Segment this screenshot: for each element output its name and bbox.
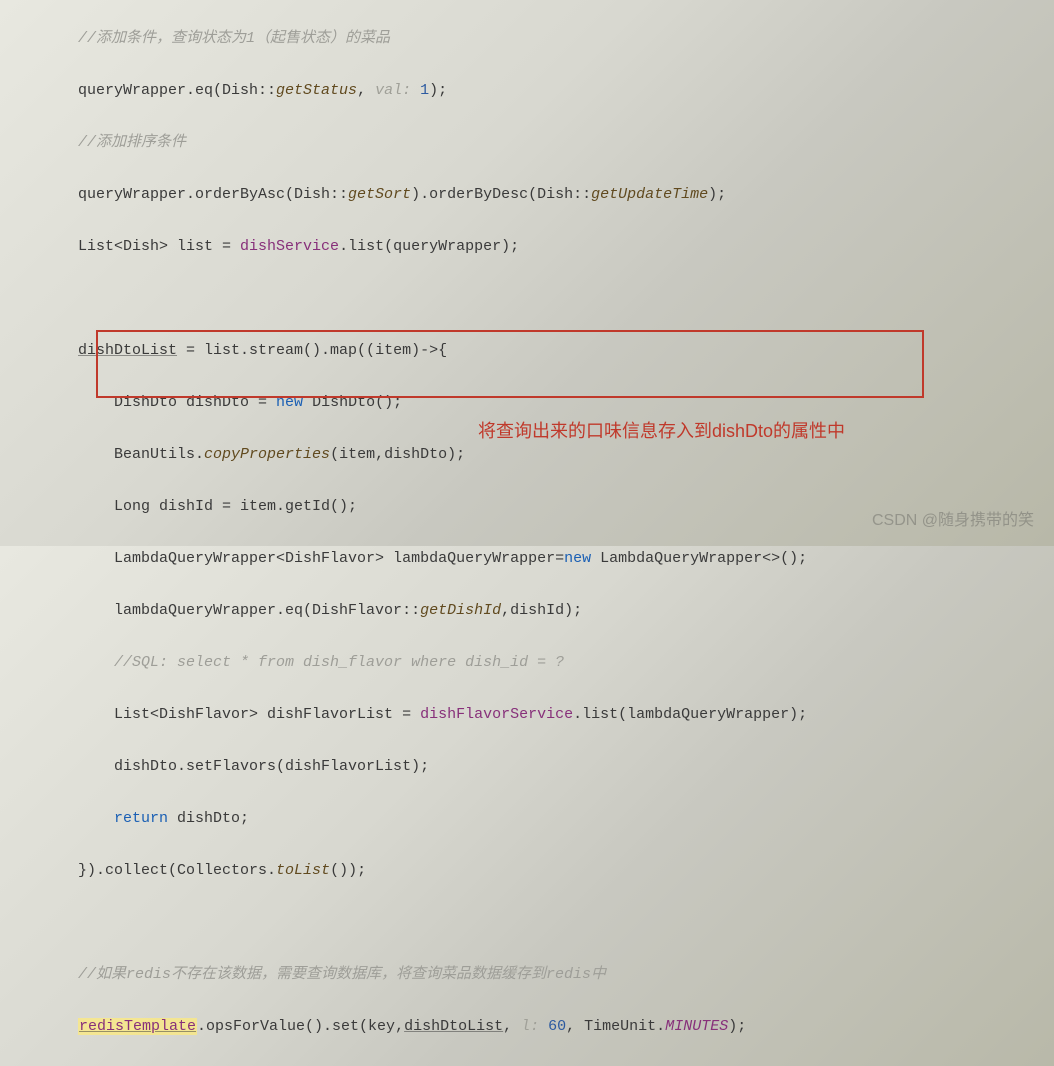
code: BeanUtils. — [114, 446, 204, 463]
method-ref: getDishId — [420, 602, 501, 619]
keyword: new — [276, 394, 303, 411]
code: LambdaQueryWrapper<DishFlavor> lambdaQue… — [114, 550, 564, 567]
static-method: copyProperties — [204, 446, 330, 463]
code: queryWrapper.eq(Dish:: — [78, 82, 276, 99]
literal: 1 — [420, 82, 429, 99]
annotation-text: 将查询出来的口味信息存入到dishDto的属性中 — [478, 418, 845, 444]
code: queryWrapper.orderByAsc(Dish:: — [78, 186, 348, 203]
field: redisTemplate — [78, 1018, 197, 1035]
method-ref: getSort — [348, 186, 411, 203]
code: List<Dish> list = — [78, 238, 240, 255]
keyword: new — [564, 550, 591, 567]
static-method: toList — [276, 862, 330, 879]
method-ref: getUpdateTime — [591, 186, 708, 203]
method-ref: getStatus — [276, 82, 357, 99]
comment-line: //如果redis不存在该数据，需要查询数据库，将查询菜品数据缓存到redis中 — [78, 966, 606, 983]
code: dishDto.setFlavors(dishFlavorList); — [114, 758, 429, 775]
enum-constant: MINUTES — [665, 1018, 728, 1035]
hint: l: — [521, 1018, 548, 1035]
code: }).collect(Collectors. — [78, 862, 276, 879]
watermark: CSDN @随身携带的笑 — [872, 508, 1034, 534]
comment-line: //添加排序条件 — [78, 134, 186, 151]
variable: dishDtoList — [404, 1018, 503, 1035]
field: dishService — [240, 238, 339, 255]
field: dishFlavorService — [420, 706, 573, 723]
literal: 60 — [548, 1018, 566, 1035]
keyword: return — [114, 810, 168, 827]
code: Long dishId = item.getId(); — [114, 498, 357, 515]
hint: val: — [375, 82, 420, 99]
code: lambdaQueryWrapper.eq(DishFlavor:: — [114, 602, 420, 619]
comment-line: //添加条件，查询状态为1（起售状态）的菜品 — [78, 30, 390, 47]
comment-line: //SQL: select * from dish_flavor where d… — [114, 654, 564, 671]
code: List<DishFlavor> dishFlavorList = — [114, 706, 420, 723]
variable: dishDtoList — [78, 342, 177, 359]
code: DishDto dishDto = — [114, 394, 276, 411]
